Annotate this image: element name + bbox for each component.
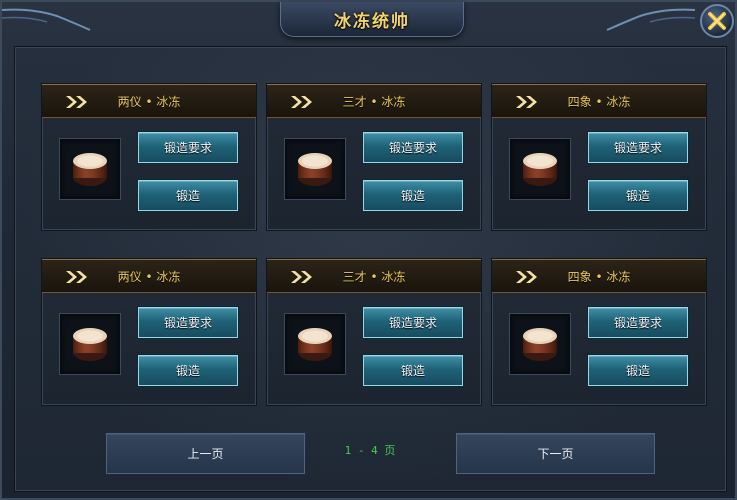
item-name: 两仪 • 冰冻: [117, 95, 181, 109]
forge-card: 三才 • 冰冻 锻造要求 锻造: [266, 258, 482, 406]
ornament-right-icon: [606, 8, 695, 31]
card-header: 两仪 • 冰冻: [42, 259, 256, 293]
drum-icon: [73, 153, 107, 186]
item-slot[interactable]: [284, 313, 346, 375]
card-header: 三才 • 冰冻: [267, 84, 481, 118]
forge-button[interactable]: 锻造: [138, 180, 238, 211]
forge-button[interactable]: 锻造: [588, 355, 688, 386]
forge-card: 三才 • 冰冻 锻造要求 锻造: [266, 83, 482, 231]
prev-page-button[interactable]: 上一页: [106, 433, 305, 474]
next-page-button[interactable]: 下一页: [456, 433, 655, 474]
item-slot[interactable]: [59, 313, 121, 375]
drum-icon: [298, 328, 332, 361]
item-name: 三才 • 冰冻: [342, 270, 406, 284]
forge-button[interactable]: 锻造: [363, 355, 463, 386]
forge-card: 四象 • 冰冻 锻造要求 锻造: [491, 258, 707, 406]
item-name: 三才 • 冰冻: [342, 95, 406, 109]
title-plate: 冰冻统帅: [280, 2, 464, 37]
forge-requirements-button[interactable]: 锻造要求: [363, 307, 463, 338]
forge-requirements-button[interactable]: 锻造要求: [138, 132, 238, 163]
drum-icon: [523, 153, 557, 186]
drum-icon: [298, 153, 332, 186]
item-slot[interactable]: [509, 138, 571, 200]
forge-button[interactable]: 锻造: [363, 180, 463, 211]
window-title: 冰冻统帅: [334, 11, 410, 32]
card-header: 两仪 • 冰冻: [42, 84, 256, 118]
forge-requirements-button[interactable]: 锻造要求: [138, 307, 238, 338]
dialog-frame: 冰冻统帅 两仪 • 冰冻 锻造要求 锻造 三才 • 冰冻 锻造要求 锻造 四象 …: [0, 0, 737, 500]
ornament-left-icon: [2, 8, 91, 31]
item-name: 两仪 • 冰冻: [117, 270, 181, 284]
item-slot[interactable]: [284, 138, 346, 200]
forge-card: 四象 • 冰冻 锻造要求 锻造: [491, 83, 707, 231]
card-header: 四象 • 冰冻: [492, 259, 706, 293]
drum-icon: [73, 328, 107, 361]
forge-card: 两仪 • 冰冻 锻造要求 锻造: [41, 83, 257, 231]
close-icon: [708, 12, 726, 30]
forge-requirements-button[interactable]: 锻造要求: [588, 307, 688, 338]
forge-button[interactable]: 锻造: [588, 180, 688, 211]
forge-button[interactable]: 锻造: [138, 355, 238, 386]
item-slot[interactable]: [59, 138, 121, 200]
close-button[interactable]: [700, 4, 734, 38]
page-indicator: 1 - 4 页: [344, 444, 396, 457]
item-slot[interactable]: [509, 313, 571, 375]
card-header: 四象 • 冰冻: [492, 84, 706, 118]
card-header: 三才 • 冰冻: [267, 259, 481, 293]
item-name: 四象 • 冰冻: [567, 95, 631, 109]
drum-icon: [523, 328, 557, 361]
forge-card: 两仪 • 冰冻 锻造要求 锻造: [41, 258, 257, 406]
forge-requirements-button[interactable]: 锻造要求: [363, 132, 463, 163]
forge-requirements-button[interactable]: 锻造要求: [588, 132, 688, 163]
item-name: 四象 • 冰冻: [567, 270, 631, 284]
